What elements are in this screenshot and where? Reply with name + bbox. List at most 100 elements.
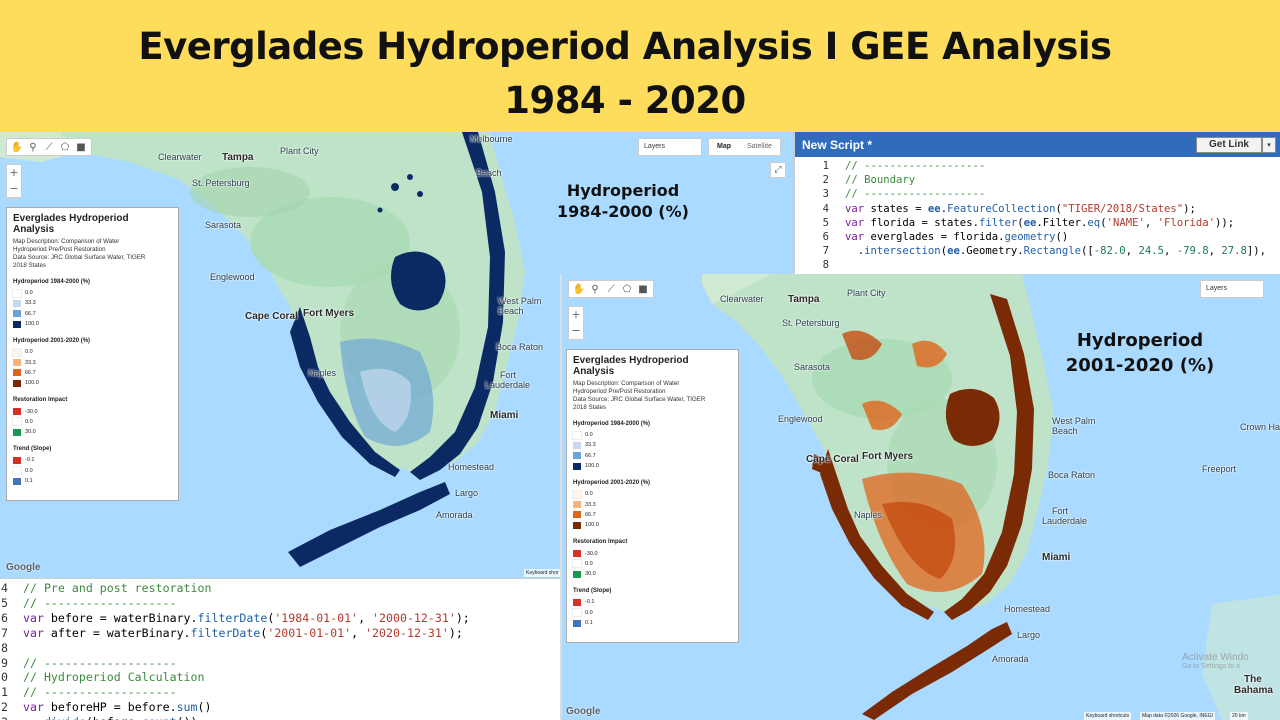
legend-item: 0.1 [13, 476, 172, 486]
legend-description: Map Description: Comparison of Water [573, 380, 680, 387]
map-type-toggle: Map Satellite [708, 138, 781, 156]
city-label: Cape Coral [806, 454, 859, 465]
get-link-button[interactable]: Get Link [1196, 137, 1262, 153]
zoom-out-button[interactable]: − [7, 181, 21, 197]
code-token: var [23, 700, 44, 715]
line-tool-icon[interactable]: ⟋ [604, 282, 618, 296]
keyboard-shortcuts-link[interactable]: Keyboard shortcuts [1084, 712, 1132, 720]
hand-tool-icon[interactable]: ✋ [572, 282, 586, 296]
code-token: everglades = florida. [864, 231, 1005, 243]
city-label: West Palm [1052, 416, 1096, 426]
city-label: St. Petersburg [192, 178, 250, 188]
line-number: 8 [822, 259, 829, 272]
city-label: The [1244, 674, 1262, 685]
hand-tool-icon[interactable]: ✋ [10, 140, 24, 154]
polygon-tool-icon[interactable]: ⬠ [58, 140, 72, 154]
legend-swatch [13, 379, 21, 387]
zoom-in-button[interactable]: + [7, 165, 21, 181]
city-label: Tampa [222, 152, 254, 163]
legend-panel: Everglades Hydroperiod Analysis Map Descr… [6, 207, 179, 501]
line-number: 2 [1, 700, 8, 715]
banner-title: Everglades Hydroperiod Analysis I GEE An… [0, 20, 1250, 128]
line-number: 4 [1, 581, 8, 595]
line-tool-icon[interactable]: ⟋ [42, 140, 56, 154]
legend-item: 100.0 [573, 520, 732, 530]
legend-item: -30.0 [13, 406, 172, 416]
code-line: 8 [795, 258, 845, 272]
legend-item-label: 0.1 [585, 620, 593, 626]
legend-item-label: 100.0 [25, 321, 39, 328]
city-label: Fort [1052, 506, 1069, 516]
line-number: 1 [1, 685, 8, 700]
city-label: St. Petersburg [782, 318, 840, 328]
point-tool-icon[interactable]: ⚲ [588, 282, 602, 296]
code-token: count [142, 715, 177, 720]
point-tool-icon[interactable]: ⚲ [26, 140, 40, 154]
code-token: ee [927, 202, 941, 215]
line-number: 3 [0, 715, 8, 720]
code-token: ); [455, 610, 470, 625]
script-editor-header: New Script * Get Link ▾ [795, 132, 1280, 157]
code-token: var [23, 610, 44, 625]
rectangle-tool-icon[interactable]: ■ [74, 140, 88, 154]
get-link-dropdown-icon[interactable]: ▾ [1262, 137, 1276, 153]
legend-panel: Everglades Hydroperiod Analysis Map Descr… [566, 349, 739, 643]
city-label: Beach [1052, 426, 1078, 436]
legend-item-label: 100.0 [25, 380, 39, 387]
city-label: Beach [476, 168, 502, 178]
city-label: Largo [1017, 630, 1041, 640]
legend-description: Data Source: JRC Global Surface Water, T… [13, 254, 146, 261]
city-label: Sarasota [794, 362, 831, 372]
legend-item-label: 30.0 [585, 571, 596, 578]
legend-item: 33.3 [13, 357, 172, 367]
code-token: florida = states. [864, 216, 979, 229]
legend-item-label: -30.0 [25, 408, 38, 415]
legend-section-title: Hydroperiod 2001-2020 (%) [13, 338, 91, 345]
zoom-out-button[interactable]: − [569, 323, 583, 339]
code-token: '2000-12-31' [372, 610, 456, 625]
legend-section-title: Hydroperiod 1984-2000 (%) [13, 279, 91, 285]
zoom-in-button[interactable]: + [569, 307, 583, 323]
code-editor-bottom[interactable]: 4 // Pre and post restoration 5 // --------… [0, 578, 560, 720]
city-label: Englewood [778, 414, 823, 424]
code-token: // ------------------- [23, 685, 177, 700]
legend-section-title: Restoration Impact [13, 397, 68, 404]
rectangle-tool-icon[interactable]: ■ [636, 282, 650, 296]
code-token: '1984-01-01' [274, 610, 359, 625]
code-token: .Filter. [1036, 216, 1088, 229]
legend-item: 100.0 [13, 319, 172, 329]
line-number: 3 [822, 188, 829, 201]
overlay-label-before: Hydroperiod 1984-2000 (%) [548, 180, 698, 222]
code-token: ); [1183, 202, 1196, 215]
map-type-satellite[interactable]: Satellite [739, 139, 780, 155]
legend-swatch [573, 462, 581, 470]
fullscreen-icon[interactable]: ⤢ [770, 162, 786, 178]
legend-item-label: 0.0 [25, 349, 33, 356]
line-number: 1 [822, 160, 829, 172]
code-line: 5 // ------------------- [0, 596, 177, 611]
legend-swatch [12, 288, 22, 298]
layers-dropdown[interactable]: Layers [1200, 280, 1264, 298]
script-editor[interactable]: New Script * Get Link ▾ 1 // ------------… [793, 132, 1280, 274]
legend-item-label: -0.1 [585, 599, 595, 606]
legend-swatch [572, 608, 582, 618]
code-line: 3 // ------------------- [795, 187, 986, 201]
map-type-map[interactable]: Map [709, 139, 739, 155]
polygon-tool-icon[interactable]: ⬠ [620, 282, 634, 296]
legend-swatch [573, 511, 581, 519]
line-number: 6 [1, 610, 8, 625]
code-token: ee [947, 245, 960, 258]
title-banner: Everglades Hydroperiod Analysis I GEE An… [0, 0, 1280, 132]
layers-dropdown[interactable]: Layers [638, 138, 702, 156]
code-token: 27.8 [1221, 245, 1247, 258]
code-line: 2 // Boundary [795, 173, 916, 187]
city-label: Fort [500, 370, 517, 380]
keyboard-shortcuts-link[interactable]: Keyboard shor [524, 569, 561, 577]
google-logo: Google [6, 562, 41, 573]
legend-swatch [573, 441, 581, 449]
code-token: (before. [86, 715, 142, 720]
legend-item-label: 0.0 [585, 432, 593, 439]
legend-item: 0.0 [572, 608, 732, 618]
legend-swatch [12, 347, 22, 357]
legend-swatch [12, 417, 22, 427]
